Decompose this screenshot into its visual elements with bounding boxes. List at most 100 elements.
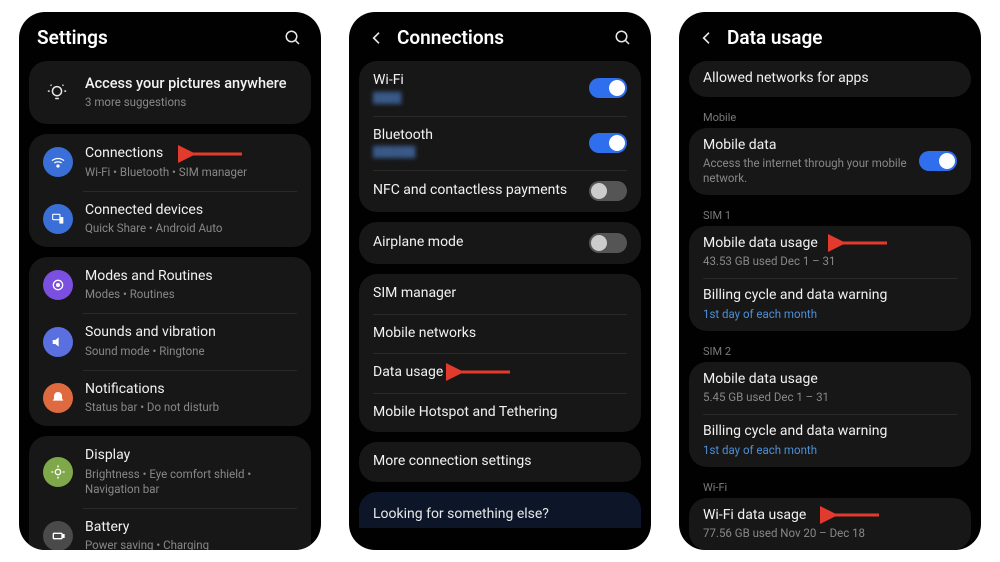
row-label: Battery — [85, 519, 297, 537]
row-sub: 77.56 GB used Nov 20 – Dec 18 — [703, 526, 957, 541]
row-mobile-networks[interactable]: Mobile networks — [359, 314, 641, 354]
allowed-card: Allowed networks for apps — [689, 61, 971, 97]
row-mobile-data[interactable]: Mobile data Access the internet through … — [689, 128, 971, 195]
row-sub: Power saving • Charging — [85, 538, 297, 550]
row-sub: Quick Share • Android Auto — [85, 221, 297, 236]
suggestion-sub: 3 more suggestions — [85, 95, 297, 110]
row-label: Connections — [85, 145, 297, 163]
row-label: Wi-Fi — [373, 72, 577, 90]
row-label: Mobile data usage — [703, 371, 957, 389]
row-sounds-vibration[interactable]: Sounds and vibration Sound mode • Ringto… — [29, 313, 311, 369]
row-label: Modes and Routines — [85, 268, 297, 286]
row-label: Wi-Fi data usage — [703, 507, 957, 525]
row-label: Mobile Hotspot and Tethering — [373, 404, 627, 422]
back-icon[interactable] — [697, 28, 717, 48]
row-label: Billing cycle and data warning — [703, 423, 957, 441]
row-hotspot[interactable]: Mobile Hotspot and Tethering — [359, 393, 641, 433]
page-title: Connections — [397, 26, 603, 49]
settings-group-1: Connections Wi-Fi • Bluetooth • SIM mana… — [29, 134, 311, 247]
row-sim1-billing[interactable]: Billing cycle and data warning 1st day o… — [689, 278, 971, 330]
row-battery[interactable]: Battery Power saving • Charging — [29, 508, 311, 550]
row-label: Sounds and vibration — [85, 324, 297, 342]
row-data-usage[interactable]: Data usage — [359, 353, 641, 393]
display-icon — [43, 457, 73, 487]
row-label: Data usage — [373, 364, 627, 382]
page-title: Settings — [37, 26, 273, 49]
row-bluetooth[interactable]: Bluetooth ██████ — [359, 116, 641, 171]
row-label: Notifications — [85, 381, 297, 399]
row-sub-blurred: ██████ — [373, 146, 577, 159]
header: Connections — [359, 22, 641, 61]
section-header-wifi: Wi-Fi — [689, 475, 971, 498]
suggestion-card[interactable]: Access your pictures anywhere 3 more sug… — [29, 61, 311, 124]
header: Settings — [29, 22, 311, 61]
row-sub: Wi-Fi • Bluetooth • SIM manager — [85, 165, 297, 180]
row-label: Allowed networks for apps — [703, 70, 957, 88]
page-title: Data usage — [727, 26, 963, 49]
row-label: Billing cycle and data warning — [703, 287, 957, 305]
connections-group-4: More connection settings — [359, 442, 641, 482]
row-wifi-usage[interactable]: Wi-Fi data usage 77.56 GB used Nov 20 – … — [689, 498, 971, 550]
connections-group-1: Wi-Fi ████ Bluetooth ██████ NFC and cont… — [359, 61, 641, 212]
wifi-icon — [43, 147, 73, 177]
toggle-airplane[interactable] — [589, 233, 627, 253]
mobile-card: Mobile data Access the internet through … — [689, 128, 971, 195]
toggle-wifi[interactable] — [589, 78, 627, 98]
row-label: Bluetooth — [373, 127, 577, 145]
row-sub: Access the internet through your mobile … — [703, 156, 907, 186]
wifi-card: Wi-Fi data usage 77.56 GB used Nov 20 – … — [689, 498, 971, 550]
row-display[interactable]: Display Brightness • Eye comfort shield … — [29, 436, 311, 507]
toggle-bluetooth[interactable] — [589, 133, 627, 153]
phone-connections: Connections Wi-Fi ████ Bluetooth ██████ … — [349, 12, 651, 550]
back-icon[interactable] — [367, 28, 387, 48]
row-sim-manager[interactable]: SIM manager — [359, 274, 641, 314]
phone-settings: Settings Access your pictures anywhere 3… — [19, 12, 321, 550]
toggle-nfc[interactable] — [589, 181, 627, 201]
sim2-card: Mobile data usage 5.45 GB used Dec 1 – 3… — [689, 362, 971, 467]
footer-hint[interactable]: Looking for something else? — [359, 492, 641, 528]
section-header-sim1: SIM 1 — [689, 203, 971, 226]
sound-icon — [43, 327, 73, 357]
row-label: SIM manager — [373, 285, 627, 303]
row-allowed-networks[interactable]: Allowed networks for apps — [689, 61, 971, 97]
toggle-mobile-data[interactable] — [919, 151, 957, 171]
row-label: Display — [85, 447, 297, 465]
row-sub: 43.53 GB used Dec 1 – 31 — [703, 254, 957, 269]
battery-icon — [43, 521, 73, 550]
row-sim2-billing[interactable]: Billing cycle and data warning 1st day o… — [689, 414, 971, 466]
row-sub: 1st day of each month — [703, 307, 957, 322]
row-airplane[interactable]: Airplane mode — [359, 222, 641, 264]
row-nfc[interactable]: NFC and contactless payments — [359, 170, 641, 212]
row-modes-routines[interactable]: Modes and Routines Modes • Routines — [29, 257, 311, 313]
settings-group-2: Modes and Routines Modes • Routines Soun… — [29, 257, 311, 426]
search-icon[interactable] — [283, 28, 303, 48]
row-sub: Sound mode • Ringtone — [85, 344, 297, 359]
row-label: Airplane mode — [373, 234, 577, 252]
search-icon[interactable] — [613, 28, 633, 48]
settings-group-3: Display Brightness • Eye comfort shield … — [29, 436, 311, 550]
notifications-icon — [43, 383, 73, 413]
row-more-settings[interactable]: More connection settings — [359, 442, 641, 482]
header: Data usage — [689, 22, 971, 61]
row-sub: Brightness • Eye comfort shield • Naviga… — [85, 467, 297, 497]
row-label: More connection settings — [373, 453, 627, 471]
section-header-mobile: Mobile — [689, 105, 971, 128]
row-sub: 5.45 GB used Dec 1 – 31 — [703, 390, 957, 405]
row-sim1-usage[interactable]: Mobile data usage 43.53 GB used Dec 1 – … — [689, 226, 971, 278]
section-header-sim2: SIM 2 — [689, 339, 971, 362]
devices-icon — [43, 204, 73, 234]
row-sub: Status bar • Do not disturb — [85, 400, 297, 415]
row-sim2-usage[interactable]: Mobile data usage 5.45 GB used Dec 1 – 3… — [689, 362, 971, 414]
row-connections[interactable]: Connections Wi-Fi • Bluetooth • SIM mana… — [29, 134, 311, 190]
row-label: Connected devices — [85, 202, 297, 220]
row-wifi[interactable]: Wi-Fi ████ — [359, 61, 641, 116]
hint-label: Looking for something else? — [373, 506, 549, 522]
row-connected-devices[interactable]: Connected devices Quick Share • Android … — [29, 191, 311, 247]
row-sub: Modes • Routines — [85, 287, 297, 302]
row-label: Mobile data usage — [703, 235, 957, 253]
connections-group-3: SIM manager Mobile networks Data usage M… — [359, 274, 641, 432]
row-sub-blurred: ████ — [373, 92, 577, 105]
phone-data-usage: Data usage Allowed networks for apps Mob… — [679, 12, 981, 550]
row-notifications[interactable]: Notifications Status bar • Do not distur… — [29, 370, 311, 426]
row-sub: 1st day of each month — [703, 443, 957, 458]
